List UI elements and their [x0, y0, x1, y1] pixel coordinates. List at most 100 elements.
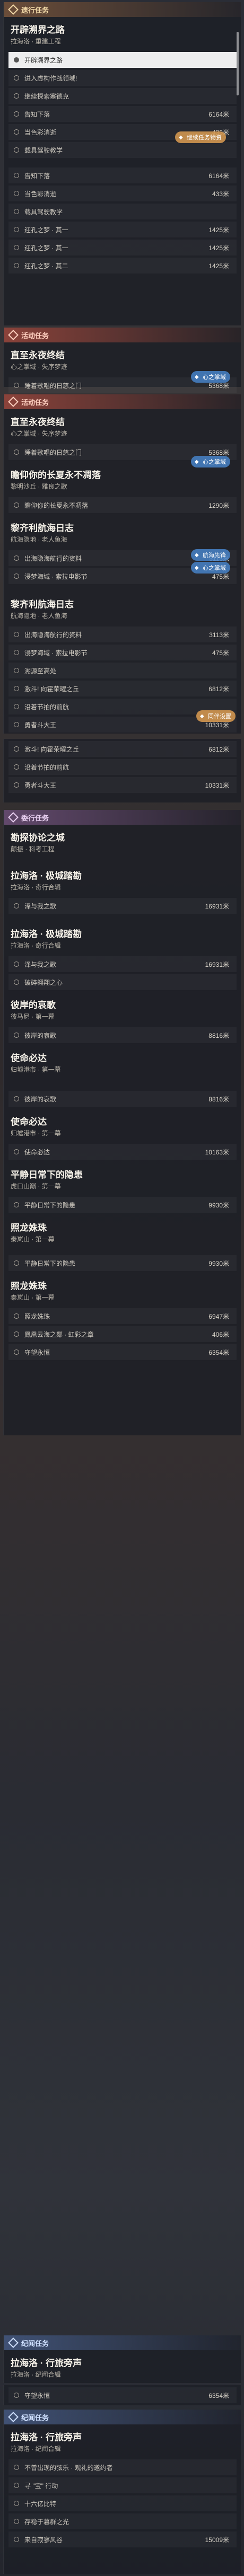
quest-step[interactable]: 载具驾驶教学 [8, 204, 237, 219]
quest-step[interactable]: 平静日常下的隐患 9930米 [8, 1197, 237, 1213]
quest-title[interactable]: 拉海洛 · 行旅旁声 [4, 2350, 241, 2370]
step-dot-icon [14, 980, 19, 985]
quest-step[interactable]: 泽与我之歌 16931米 [8, 956, 237, 972]
quest-step[interactable]: 激斗! 向霍荣曜之丘 6812米 [8, 681, 237, 696]
step-label: 溯源至高处 [24, 667, 57, 675]
quest-step[interactable]: 瞻仰你的长夏永不凋落 1290米 [8, 497, 237, 513]
quest-title[interactable]: 照龙姝珠 [4, 1273, 241, 1293]
quest-subtitle: 拉海洛 · 奇行合辑 [11, 942, 61, 949]
step-label: 当色彩消逝 [24, 128, 57, 136]
quest-step[interactable]: 溯源至高处 [8, 663, 237, 678]
quest-step[interactable]: 彼岸的哀歌 8816米 [8, 1091, 237, 1107]
quest-step[interactable]: 告知下落 6164米 [8, 167, 237, 183]
quest-title[interactable]: 黎齐利航海日志 [4, 592, 241, 611]
voyage-badge[interactable]: 航海先锋 [191, 549, 230, 561]
quest-step[interactable]: 激斗! 向霍荣曜之丘 6812米 [8, 741, 237, 757]
domain-badge[interactable]: 心之掌域 [191, 371, 230, 383]
quest-step[interactable]: 照龙姝珠 6947米 [8, 1308, 237, 1324]
step-label: 彼岸的哀歌 [24, 1031, 57, 1039]
quest-step[interactable]: 出海隐海航行的资料 3113米 [8, 627, 237, 642]
step-distance: 15009米 [205, 2536, 229, 2544]
quest-step[interactable]: 使命必达 10163米 [8, 1144, 237, 1160]
quest-step[interactable]: 勇者斗大王 10331米 [8, 777, 237, 793]
quest-title[interactable]: 拉海洛 · 极城踏勘 [4, 921, 241, 941]
step-dot-icon [14, 782, 19, 788]
step-dot-icon [14, 2393, 19, 2398]
step-label: 沿着节拍的前航 [24, 763, 69, 771]
section-header-event: 活动任务 [4, 394, 241, 409]
companion-badge[interactable]: 同伴设置 [196, 710, 236, 722]
step-label: 破碎翱翔之心 [24, 978, 63, 986]
quest-subtitle: 彼马尼 · 第一幕 [11, 1013, 55, 1020]
step-label: 沿着节拍的前航 [24, 703, 69, 711]
quest-title[interactable]: 彼岸的哀歌 [4, 992, 241, 1012]
step-label: 使命必达 [24, 1148, 50, 1156]
quest-step[interactable]: 告知下落 6164米 [8, 106, 237, 122]
quest-step[interactable]: 迎孔之梦 · 其一 1425米 [8, 240, 237, 255]
quest-step[interactable]: 沿着节拍的前航 [8, 759, 237, 775]
quest-title[interactable]: 平静日常下的隐患 [4, 1162, 241, 1181]
quest-subtitle: 归墟港市 · 第一幕 [11, 1066, 61, 1073]
quest-step[interactable]: 进入虚构作战领域! [8, 70, 237, 86]
quest-step[interactable]: 十六亿比特 [8, 2495, 237, 2511]
quest-title[interactable]: 拉海洛 · 行旅旁声 [4, 2424, 241, 2444]
quest-step[interactable]: 迎孔之梦 · 其一 1425米 [8, 222, 237, 237]
supply-badge[interactable]: 继续任务物资 [175, 131, 226, 143]
quest-step[interactable]: 浸梦海域 · 索拉电影节 475米 [8, 645, 237, 660]
step-dot-icon [14, 75, 19, 81]
quest-step[interactable]: 寻 "宝" 行动 [8, 2477, 237, 2493]
quest-step[interactable]: 继续探索塞德克 [8, 88, 237, 104]
step-distance: 1290米 [208, 501, 229, 509]
quest-step[interactable]: 不曾出现的弦乐 · 观礼的邀约者 [8, 2459, 237, 2475]
step-label: 勇者斗大王 [24, 721, 57, 729]
quest-title[interactable]: 黎齐利航海日志 [4, 515, 241, 535]
quest-title[interactable]: 使命必达 [4, 1109, 241, 1128]
quest-step[interactable]: 破碎翱翔之心 [8, 974, 237, 990]
quest-step[interactable]: 开辟溯界之路 [8, 52, 237, 68]
quest-step[interactable]: 来自寂寥风谷 15009米 [8, 2531, 237, 2547]
step-distance: 6812米 [208, 685, 229, 693]
step-label: 平静日常下的隐患 [24, 1259, 76, 1267]
quest-step[interactable]: 守望永恒 6354米 [8, 2387, 237, 2403]
section-header-label: 活动任务 [21, 398, 49, 407]
quest-title[interactable]: 开辟溯界之路 [4, 17, 241, 37]
domain-badge[interactable]: 心之掌域 [191, 562, 230, 574]
step-dot-icon [14, 574, 19, 579]
domain-badge[interactable]: 心之掌域 [191, 456, 230, 467]
quest-title[interactable]: 照龙姝珠 [4, 1215, 241, 1234]
step-dot-icon [14, 555, 19, 561]
quest-title[interactable]: 拉海洛 · 极城踏勘 [4, 863, 241, 883]
step-distance: 16931米 [205, 960, 229, 968]
quest-step[interactable]: 迎孔之梦 · 其二 1425米 [8, 258, 237, 274]
quest-step[interactable]: 彼岸的哀歌 8816米 [8, 1027, 237, 1043]
quest-step[interactable]: 平静日常下的隐患 9930米 [8, 1255, 237, 1271]
quest-panel-list: 激斗! 向霍荣曜之丘 6812米 沿着节拍的前航 勇者斗大王 10331米 [3, 739, 241, 802]
quest-title[interactable]: 直至永夜终结 [4, 409, 241, 429]
quest-step[interactable]: 载具驾驶教学 [8, 142, 237, 158]
step-distance: 9930米 [208, 1201, 229, 1209]
quest-title[interactable]: 直至永夜终结 [4, 342, 241, 362]
step-label: 告知下落 [24, 172, 50, 180]
quest-subtitle: 航海隐地 · 老人鱼海 [11, 612, 67, 620]
quest-step[interactable]: 鳳凰云海之鄰 · 虹彩之章 406米 [8, 1326, 237, 1342]
quest-step[interactable]: 当色彩消逝 433米 [8, 186, 237, 201]
step-dot-icon [14, 704, 19, 709]
quest-subtitle: 拉海洛 · 纪闻合辑 [11, 2371, 61, 2378]
scroll-indicator[interactable] [237, 32, 239, 95]
quest-panel-daily: 委行任务 勘探协论之城 颠振 · 科考工程 拉海洛 · 极城踏勘 拉海洛 · 奇… [3, 810, 241, 1435]
step-label: 睡着歌唱的日慈之门 [24, 448, 82, 456]
section-header-main: 遗行任务 [4, 2, 241, 17]
quest-step[interactable]: 存稳于暮群之光 [8, 2513, 237, 2529]
quest-subtitle: 虎口山巅 · 第一幕 [11, 1183, 61, 1190]
step-dot-icon [14, 1096, 19, 1101]
quest-title[interactable]: 使命必达 [4, 1045, 241, 1065]
step-label: 睡着歌唱的日慈之门 [24, 382, 82, 390]
step-distance: 6164米 [208, 110, 229, 118]
step-distance: 3113米 [209, 631, 229, 639]
quest-step[interactable]: 泽与我之歌 16931米 [8, 898, 237, 914]
step-distance: 5368米 [208, 448, 229, 456]
quest-title[interactable]: 勘探协论之城 [4, 825, 241, 844]
quest-step[interactable]: 守望永恒 6354米 [8, 1344, 237, 1360]
step-dot-icon [14, 93, 19, 99]
quest-subtitle: 拉海洛 · 重建工程 [11, 38, 61, 45]
